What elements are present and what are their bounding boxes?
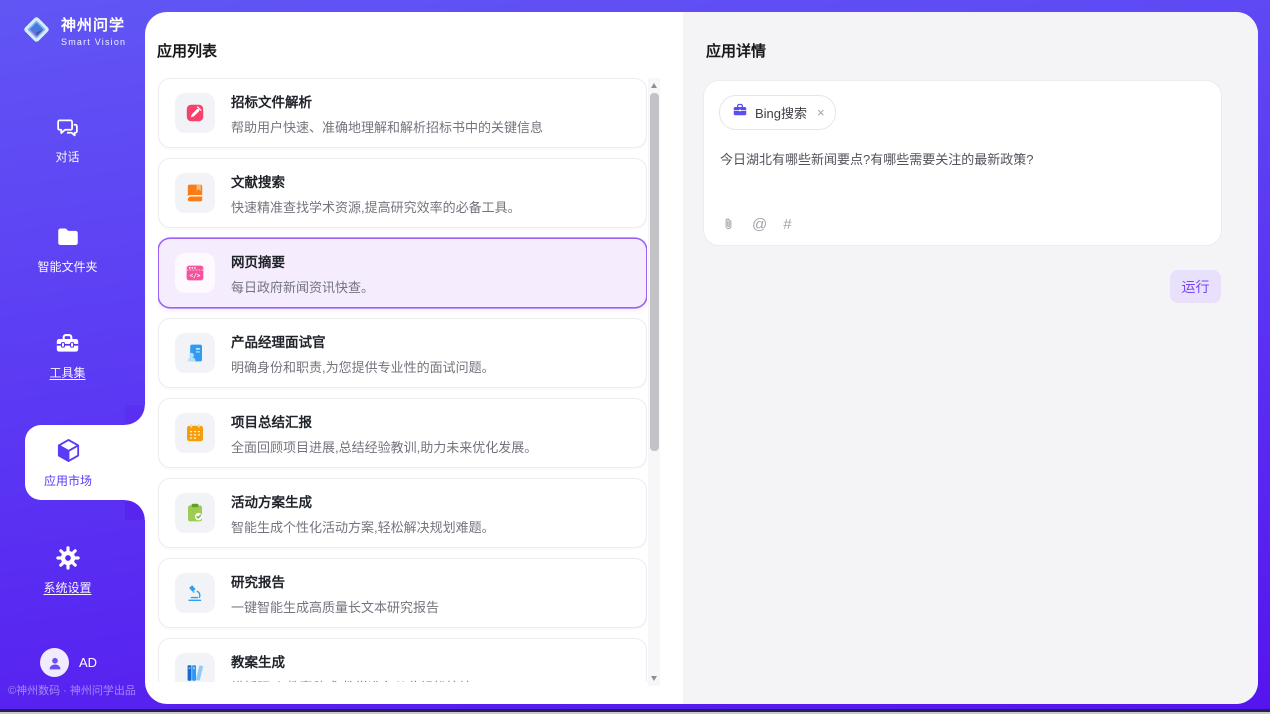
query-input-card[interactable]: Bing搜索 × 今日湖北有哪些新闻要点?有哪些需要关注的最新政策? @ # bbox=[703, 80, 1222, 246]
brand-name: 神州问学 bbox=[61, 18, 126, 33]
sidebar-item-chat[interactable]: 对话 bbox=[0, 113, 135, 165]
app-card-web-summary[interactable]: </> 网页摘要每日政府新闻资讯快查。 bbox=[158, 238, 647, 308]
app-card-title: 网页摘要 bbox=[231, 251, 374, 271]
user-name: AD bbox=[79, 655, 97, 670]
gear-icon bbox=[55, 544, 81, 572]
app-card-desc: 每日政府新闻资讯快查。 bbox=[231, 277, 374, 296]
sidebar-item-label: 系统设置 bbox=[43, 579, 91, 596]
scroll-up-arrow-icon[interactable] bbox=[651, 83, 657, 88]
interviewer-doc-icon bbox=[175, 333, 215, 373]
literature-book-icon bbox=[175, 173, 215, 213]
toolbox-icon bbox=[54, 329, 81, 357]
app-card-title: 产品经理面试官 bbox=[231, 331, 495, 351]
user-row[interactable]: AD bbox=[40, 648, 97, 677]
app-card-desc: 一键智能生成高质量长文本研究报告 bbox=[231, 597, 439, 616]
bid-document-icon bbox=[175, 93, 215, 133]
input-toolbar: @ # bbox=[721, 215, 792, 233]
app-card-literature-search[interactable]: 文献搜索快速精准查找学术资源,提高研究效率的必备工具。 bbox=[158, 158, 647, 228]
activity-plan-icon bbox=[175, 493, 215, 533]
detail-title: 应用详情 bbox=[706, 40, 766, 61]
app-card-title: 活动方案生成 bbox=[231, 491, 495, 511]
sidebar-item-label: 对话 bbox=[55, 148, 79, 165]
app-card-project-summary[interactable]: 项目总结汇报全面回顾项目进展,总结经验教训,助力未来优化发展。 bbox=[158, 398, 647, 468]
hash-icon[interactable]: # bbox=[783, 217, 791, 232]
app-card-bid-parse[interactable]: 招标文件解析帮助用户快速、准确地理解和解析招标书中的关键信息 bbox=[158, 78, 647, 148]
mention-icon[interactable]: @ bbox=[752, 217, 767, 232]
sidebar-item-label: 工具集 bbox=[49, 364, 85, 381]
brand-logo: 神州问学 Smart Vision bbox=[20, 13, 126, 51]
web-summary-icon: </> bbox=[175, 253, 215, 293]
app-card-desc: 快速精准查找学术资源,提高研究效率的必备工具。 bbox=[231, 197, 521, 216]
query-textarea[interactable]: 今日湖北有哪些新闻要点?有哪些需要关注的最新政策? bbox=[720, 150, 1205, 170]
sidebar-item-toolset[interactable]: 工具集 bbox=[0, 329, 135, 381]
app-card-title: 教案生成 bbox=[231, 651, 472, 671]
sidebar-item-label: 应用市场 bbox=[44, 472, 92, 489]
project-report-icon bbox=[175, 413, 215, 453]
tool-chip-bing-search[interactable]: Bing搜索 × bbox=[719, 95, 836, 130]
app-card-desc: 智能生成个性化活动方案,轻松解决规划难题。 bbox=[231, 517, 495, 536]
app-card-list: 招标文件解析帮助用户快速、准确地理解和解析招标书中的关键信息文献搜索快速精准查找… bbox=[158, 78, 647, 682]
chat-icon bbox=[55, 113, 80, 141]
avatar[interactable] bbox=[40, 648, 69, 677]
scroll-down-arrow-icon[interactable] bbox=[651, 676, 657, 681]
app-card-title: 招标文件解析 bbox=[231, 91, 543, 111]
app-card-desc: 全面回顾项目进展,总结经验教训,助力未来优化发展。 bbox=[231, 437, 537, 456]
sidebar-item-smart-folder[interactable]: 智能文件夹 bbox=[0, 223, 135, 275]
app-card-pm-interviewer[interactable]: 产品经理面试官明确身份和职责,为您提供专业性的面试问题。 bbox=[158, 318, 647, 388]
main-container: 应用列表 招标文件解析帮助用户快速、准确地理解和解析招标书中的关键信息文献搜索快… bbox=[145, 12, 1258, 704]
app-card-research-report[interactable]: 研究报告一键智能生成高质量长文本研究报告 bbox=[158, 558, 647, 628]
sidebar-item-app-market[interactable]: 应用市场 bbox=[25, 425, 145, 500]
sidebar: 神州问学 Smart Vision 对话智能文件夹工具集应用市场系统设置 AD … bbox=[0, 0, 145, 714]
app-card-desc: 明确身份和职责,为您提供专业性的面试问题。 bbox=[231, 357, 495, 376]
research-report-icon bbox=[175, 573, 215, 613]
scrollbar-thumb[interactable] bbox=[650, 93, 659, 451]
copyright-text: ©神州数码 · 神州问学出品 bbox=[8, 682, 136, 698]
sidebar-item-label: 智能文件夹 bbox=[37, 258, 97, 275]
app-card-desc: 模板驱动,教案秒成,教学准备从此轻松快捷 bbox=[231, 677, 472, 683]
app-card-activity-plan[interactable]: 活动方案生成智能生成个性化活动方案,轻松解决规划难题。 bbox=[158, 478, 647, 548]
tool-chip-label: Bing搜索 bbox=[755, 103, 807, 122]
paperclip-icon[interactable] bbox=[721, 215, 736, 233]
app-card-title: 研究报告 bbox=[231, 571, 439, 591]
run-button[interactable]: 运行 bbox=[1170, 270, 1221, 303]
detail-panel: 应用详情 Bing搜索 × 今日湖北有哪些新闻要点?有哪些需要关注的最新政策? … bbox=[683, 12, 1258, 704]
brand-subtitle: Smart Vision bbox=[61, 38, 126, 47]
app-list-title: 应用列表 bbox=[157, 40, 217, 61]
folder-icon bbox=[55, 223, 81, 251]
lesson-plan-icon bbox=[175, 653, 215, 682]
briefcase-icon bbox=[732, 102, 748, 123]
brand-diamond-icon bbox=[20, 13, 53, 51]
chip-close-icon[interactable]: × bbox=[817, 106, 825, 119]
app-list-panel: 应用列表 招标文件解析帮助用户快速、准确地理解和解析招标书中的关键信息文献搜索快… bbox=[145, 12, 683, 704]
sidebar-item-settings[interactable]: 系统设置 bbox=[0, 544, 135, 596]
app-card-title: 文献搜索 bbox=[231, 171, 521, 191]
cube-icon bbox=[55, 437, 82, 465]
app-card-lesson-plan[interactable]: 教案生成模板驱动,教案秒成,教学准备从此轻松快捷 bbox=[158, 638, 647, 682]
app-card-desc: 帮助用户快速、准确地理解和解析招标书中的关键信息 bbox=[231, 117, 543, 136]
scrollbar[interactable] bbox=[648, 78, 660, 686]
app-card-title: 项目总结汇报 bbox=[231, 411, 537, 431]
svg-text:</>: </> bbox=[190, 273, 201, 280]
